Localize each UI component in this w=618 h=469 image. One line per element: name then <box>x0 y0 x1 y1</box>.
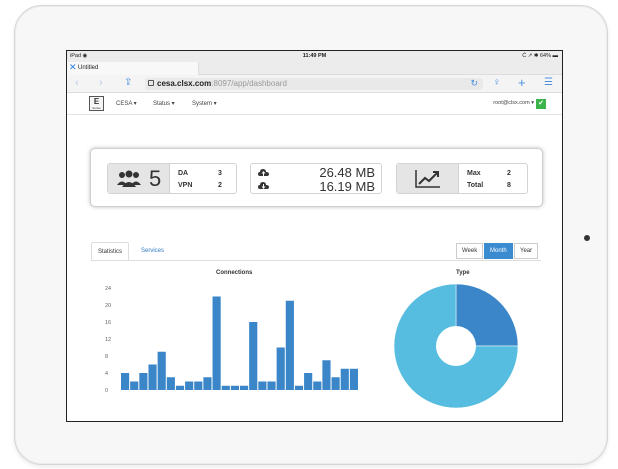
y-tick-label: 24 <box>105 286 111 292</box>
tab-services[interactable]: Services <box>135 242 170 261</box>
max-value: 2 <box>507 170 511 177</box>
connection-bar <box>148 364 157 390</box>
connection-bar <box>249 322 258 390</box>
key-icon[interactable]: ♀ <box>493 77 501 88</box>
reload-icon[interactable]: ↻ <box>470 78 478 89</box>
vpn-value: 2 <box>218 182 222 189</box>
statistics-panel: Statistics Services Week Month Year Conn… <box>81 236 551 421</box>
connection-bar <box>194 381 203 390</box>
cloud-upload-icon <box>258 169 269 176</box>
tab-divider <box>91 260 541 261</box>
home-button[interactable] <box>584 235 590 241</box>
users-stat: 5 DA 3 VPN 2 <box>107 163 237 194</box>
connection-bar <box>157 351 166 390</box>
connection-bar <box>304 373 313 390</box>
new-tab-icon[interactable]: + <box>518 75 526 90</box>
trend-chart-icon <box>415 170 440 188</box>
user-menu[interactable]: root@clsx.com ▾ <box>493 100 534 106</box>
close-tab-icon[interactable]: ✕ <box>69 63 77 72</box>
status-ok-icon: ✔ <box>536 99 546 109</box>
brand-logo[interactable]: E Series <box>89 96 104 111</box>
users-icon <box>117 170 141 187</box>
app-navbar: E Series CESA ▾ Status ▾ System ▾ root@c… <box>67 93 562 115</box>
browser-tab[interactable]: ✕ Untitled <box>67 62 199 75</box>
lock-icon <box>148 80 154 86</box>
logo-letter: E <box>93 97 100 106</box>
battery-indicator: Ć ↗ ✱ 64% ▬ <box>522 53 558 59</box>
connection-bar <box>230 385 239 390</box>
ipad-screen: iPad ◉ 11:49 PM Ć ↗ ✱ 64% ▬ ✕ Untitled ‹… <box>66 50 563 422</box>
back-icon[interactable]: ‹ <box>75 77 79 89</box>
connection-bar <box>285 300 294 390</box>
summary-card: 5 DA 3 VPN 2 26.48 MB 16.19 MB Max 2 Tot… <box>90 148 543 207</box>
nav-cesa-menu[interactable]: CESA ▾ <box>116 100 137 107</box>
url-host: cesa.clsx.com <box>157 79 212 88</box>
clock: 11:49 PM <box>302 53 327 59</box>
connection-bar <box>166 377 175 390</box>
connection-bar <box>121 373 130 390</box>
range-month-button[interactable]: Month <box>484 243 513 259</box>
connection-bar <box>240 385 249 390</box>
y-tick-label: 0 <box>105 388 108 394</box>
connection-bar <box>139 373 148 390</box>
status-bar: iPad ◉ 11:49 PM Ć ↗ ✱ 64% ▬ <box>67 51 562 62</box>
forward-icon[interactable]: › <box>99 77 103 89</box>
users-count: 5 <box>149 166 162 191</box>
da-label: DA <box>178 170 189 177</box>
connection-bar <box>294 385 304 390</box>
max-label: Max <box>467 170 481 177</box>
connection-bar <box>313 381 322 390</box>
connection-bar <box>212 296 221 390</box>
connection-bar <box>276 347 285 390</box>
tab-title: Untitled <box>78 65 99 71</box>
total-label: Total <box>467 182 484 189</box>
range-year-button[interactable]: Year <box>514 243 539 259</box>
traffic-stat: 26.48 MB 16.19 MB <box>250 163 382 194</box>
list-icon[interactable]: ☰ <box>544 77 553 88</box>
download-amount: 16.19 MB <box>319 179 375 194</box>
connection-bar <box>331 377 340 390</box>
sessions-stat: Max 2 Total 8 <box>396 163 528 194</box>
y-tick-label: 16 <box>105 320 111 326</box>
connection-bar <box>185 381 194 390</box>
connection-bar <box>130 381 139 390</box>
connections-chart-title: Connections <box>216 270 253 276</box>
cloud-download-icon <box>258 182 269 189</box>
tab-statistics[interactable]: Statistics <box>91 242 130 261</box>
connection-bar <box>221 385 230 390</box>
connection-bar <box>349 368 358 390</box>
connection-bar <box>340 368 349 390</box>
address-bar[interactable]: cesa.clsx.com:8097/app/dashboard ↻ <box>145 78 483 90</box>
nav-status-menu[interactable]: Status ▾ <box>153 100 175 107</box>
url-path: :8097/app/dashboard <box>211 79 287 88</box>
type-chart-title: Type <box>456 270 470 276</box>
y-tick-label: 8 <box>105 354 108 360</box>
vpn-label: VPN <box>178 182 193 189</box>
y-tick-label: 12 <box>105 337 111 343</box>
donut-hole <box>436 326 476 366</box>
connection-bar <box>175 385 185 390</box>
y-tick-label: 4 <box>105 371 108 377</box>
connection-bar <box>267 381 276 390</box>
total-value: 8 <box>507 182 511 189</box>
range-week-button[interactable]: Week <box>456 243 484 259</box>
share-icon[interactable]: ⇪ <box>124 77 132 88</box>
y-tick-label: 20 <box>105 303 111 309</box>
upload-amount: 26.48 MB <box>319 165 375 180</box>
connection-bar <box>322 360 331 390</box>
logo-subtitle: Series <box>92 106 101 110</box>
nav-system-menu[interactable]: System ▾ <box>192 100 217 107</box>
connection-bar <box>258 381 267 390</box>
da-value: 3 <box>218 170 222 177</box>
connection-bar <box>203 377 212 390</box>
connections-bar-chart: 0 4 8 12 16 20 24 <box>105 286 358 394</box>
browser-toolbar: ‹ › ⇪ cesa.clsx.com:8097/app/dashboard ↻… <box>67 75 562 93</box>
type-pie-chart <box>393 283 519 409</box>
browser-tab-row: ✕ Untitled <box>67 62 562 75</box>
